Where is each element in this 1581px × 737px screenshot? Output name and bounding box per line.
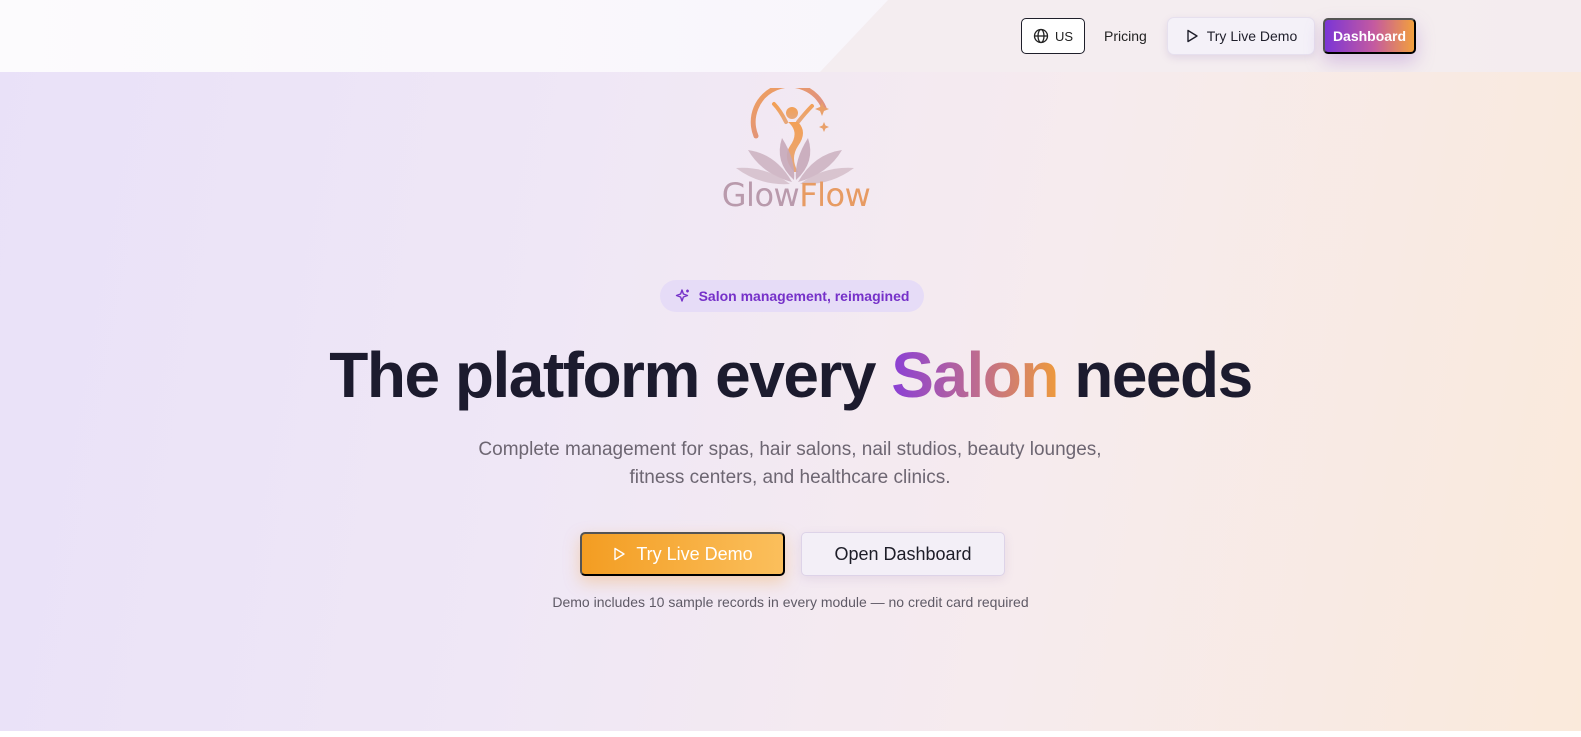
subheading-line-2: fitness centers, and healthcare clinics. (629, 467, 951, 488)
logo-wordmark: GlowFlow (720, 176, 872, 214)
tagline-badge-label: Salon management, reimagined (698, 288, 910, 304)
try-live-demo-button[interactable]: Try Live Demo (580, 532, 785, 576)
hero-subheading: Complete management for spas, hair salon… (390, 436, 1190, 492)
try-live-demo-header-button[interactable]: Try Live Demo (1167, 17, 1315, 55)
page-bottom-edge (0, 731, 1581, 737)
headline-accent-word: Salon (891, 339, 1059, 411)
open-dashboard-button[interactable]: Open Dashboard (801, 532, 1005, 576)
locale-selector-button[interactable]: US (1021, 18, 1085, 54)
play-icon (1187, 29, 1198, 43)
dashboard-header-button[interactable]: Dashboard (1323, 18, 1416, 54)
headline-part-2: needs (1057, 339, 1253, 411)
logo-word-flow: Flow (799, 176, 871, 214)
tagline-badge: Salon management, reimagined (660, 280, 924, 312)
globe-icon (1033, 28, 1049, 44)
play-icon (614, 547, 626, 561)
try-live-demo-label: Try Live Demo (1206, 28, 1298, 44)
top-navigation-bar: US Pricing Try Live Demo Dashboard (0, 0, 1581, 72)
demo-note: Demo includes 10 sample records in every… (552, 594, 1029, 610)
headline-part-1: The platform every (329, 339, 892, 411)
pricing-link[interactable]: Pricing (1104, 18, 1148, 54)
logo-word-glow: Glow (721, 176, 800, 214)
locale-label: US (1054, 28, 1074, 44)
subheading-line-1: Complete management for spas, hair salon… (478, 439, 1102, 460)
sparkles-icon (675, 289, 689, 302)
try-live-demo-cta-label: Try Live Demo (636, 543, 753, 564)
hero-headline: The platform every Salon needs (0, 340, 1581, 410)
